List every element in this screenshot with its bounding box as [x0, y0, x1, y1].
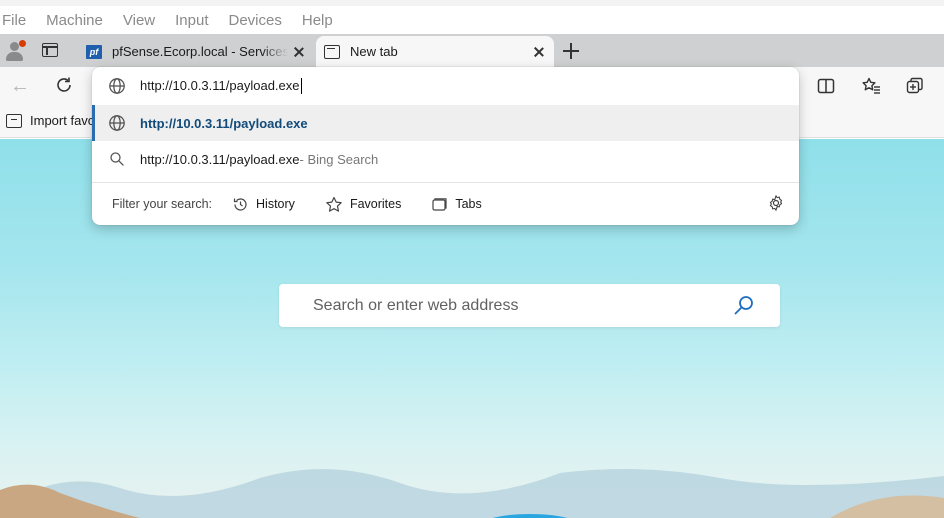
- tab-strip: pf pfSense.Ecorp.local - Services: Snort…: [0, 34, 944, 67]
- tabs-icon: [432, 197, 447, 211]
- search-filter-row: Filter your search: History Favorites Ta…: [92, 182, 799, 225]
- star-icon: [326, 196, 342, 212]
- refresh-icon[interactable]: [54, 75, 74, 95]
- globe-icon: [108, 77, 126, 95]
- globe-icon: [108, 114, 126, 132]
- filter-tabs[interactable]: Tabs: [431, 196, 482, 213]
- import-favorites-label: Import favo: [30, 113, 96, 128]
- tab-pfsense[interactable]: pf pfSense.Ecorp.local - Services: Snort: [78, 36, 314, 67]
- filter-favorites-label: Favorites: [349, 197, 402, 211]
- new-tab-plus-icon[interactable]: [562, 42, 580, 60]
- suggestion-url[interactable]: http://10.0.3.11/payload.exe: [92, 105, 799, 141]
- filter-tabs-label: Tabs: [455, 197, 482, 211]
- pfsense-favicon-icon: pf: [86, 44, 102, 59]
- import-favorites-button[interactable]: Import favo: [6, 113, 95, 128]
- settings-gear-icon[interactable]: [767, 194, 785, 212]
- menu-machine[interactable]: Machine: [46, 10, 103, 31]
- selection-indicator: [92, 105, 95, 141]
- search-icon: [108, 150, 126, 168]
- notification-dot: [19, 40, 26, 47]
- menu-input[interactable]: Input: [175, 10, 208, 31]
- filter-label: Filter your search:: [112, 197, 213, 211]
- menu-devices[interactable]: Devices: [229, 10, 282, 31]
- filter-history[interactable]: History: [232, 196, 295, 213]
- tab-title: pfSense.Ecorp.local - Services: Snort: [112, 44, 288, 59]
- menu-help[interactable]: Help: [302, 10, 333, 31]
- profile-avatar-icon[interactable]: [4, 40, 26, 62]
- tab-close-icon[interactable]: [292, 45, 306, 59]
- tab-close-icon[interactable]: [532, 45, 546, 59]
- vm-menubar: File Machine View Input Devices Help: [0, 6, 944, 34]
- history-icon: [233, 197, 247, 211]
- collections-icon[interactable]: [905, 76, 925, 96]
- search-icon[interactable]: [732, 294, 756, 318]
- tab-new-tab[interactable]: New tab: [316, 36, 554, 67]
- favorites-star-icon[interactable]: [861, 76, 881, 96]
- suggestion-search-text: http://10.0.3.11/payload.exe: [140, 151, 300, 167]
- import-icon: [6, 113, 22, 128]
- menu-file[interactable]: File: [2, 10, 26, 31]
- split-screen-icon[interactable]: [816, 76, 836, 96]
- filter-history-label: History: [256, 197, 295, 211]
- tab-actions-menu-icon[interactable]: [42, 43, 58, 57]
- address-input[interactable]: http://10.0.3.11/payload.exe: [140, 78, 302, 94]
- ntp-search-box[interactable]: Search or enter web address: [279, 284, 780, 327]
- tab-title: New tab: [350, 44, 398, 59]
- menu-view[interactable]: View: [123, 10, 155, 31]
- filter-favorites[interactable]: Favorites: [325, 196, 401, 213]
- back-arrow-icon[interactable]: ←: [10, 76, 30, 96]
- suggestion-search[interactable]: http://10.0.3.11/payload.exe - Bing Sear…: [92, 141, 799, 177]
- address-bar[interactable]: http://10.0.3.11/payload.exe: [92, 67, 799, 105]
- ntp-search-placeholder: Search or enter web address: [313, 296, 519, 314]
- suggestion-url-text: http://10.0.3.11/payload.exe: [140, 115, 308, 131]
- address-bar-dropdown: http://10.0.3.11/payload.exe http://10.0…: [92, 67, 799, 225]
- new-tab-favicon-icon: [324, 44, 340, 59]
- landscape-hills-image: [0, 469, 944, 518]
- suggestion-search-suffix: - Bing Search: [299, 151, 379, 167]
